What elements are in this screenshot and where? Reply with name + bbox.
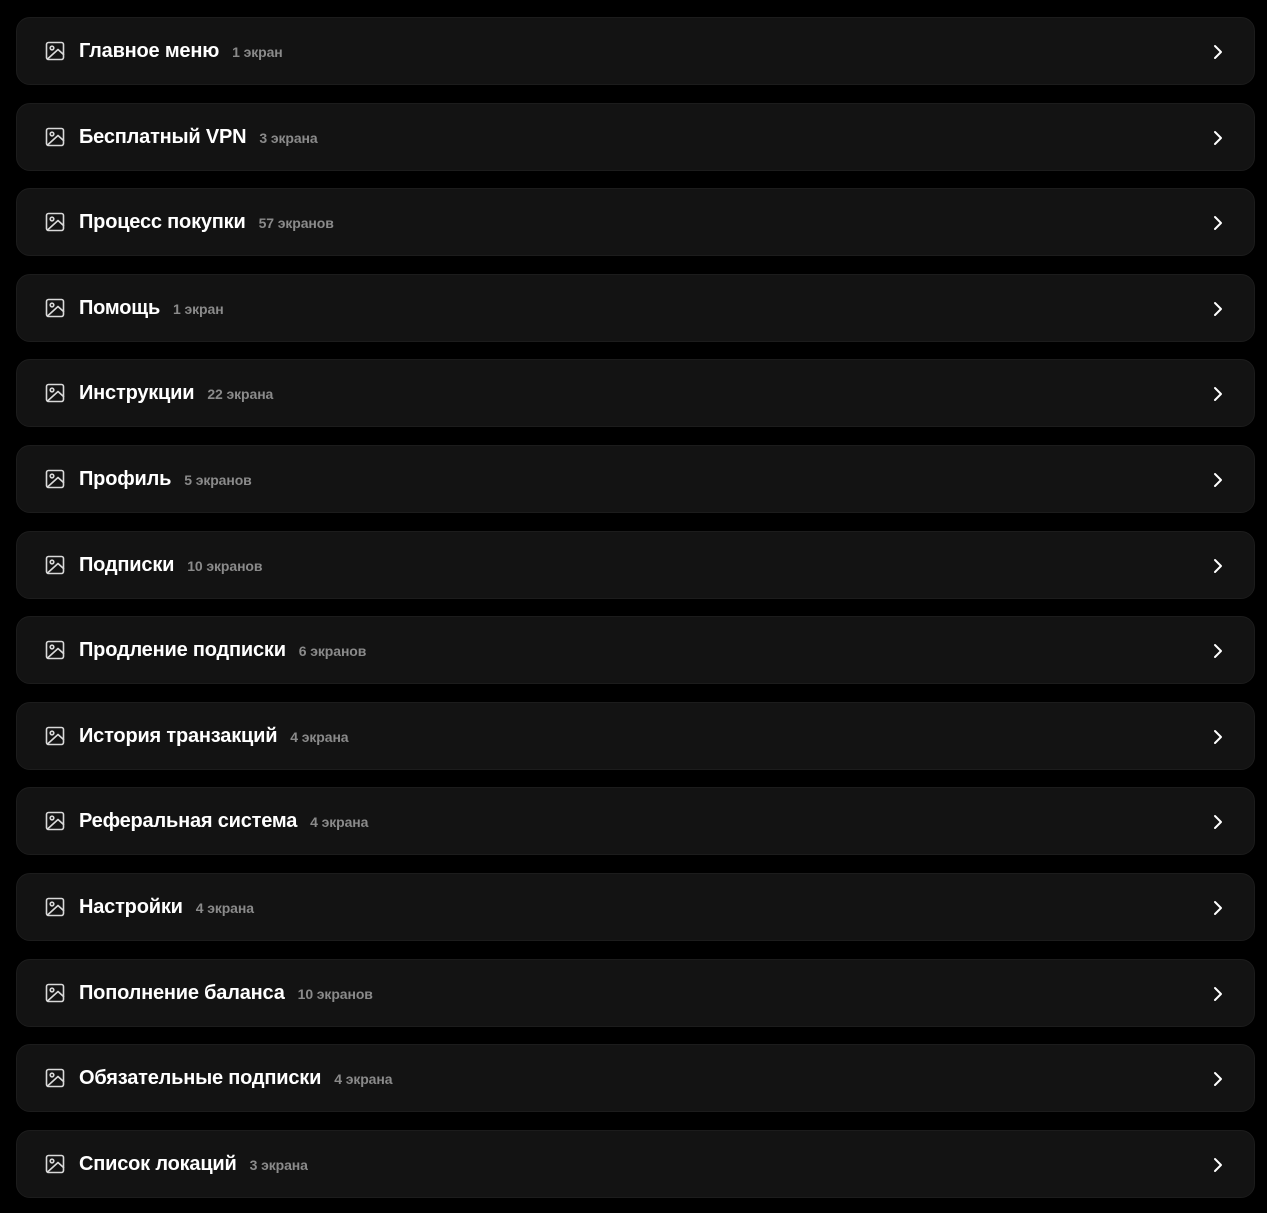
screen-count: 4 экрана: [334, 1071, 393, 1088]
flow-item[interactable]: Пополнение баланса 10 экранов: [16, 958, 1255, 1027]
flow-title: История транзакций 4 экрана: [79, 724, 349, 747]
image-icon: [45, 469, 65, 489]
screen-count: 1 экран: [173, 300, 224, 317]
image-icon: [45, 298, 65, 318]
flow-item[interactable]: Подписки 10 экранов: [16, 530, 1255, 599]
screen-count: 10 экранов: [187, 557, 263, 574]
flow-title: Подписки 10 экранов: [79, 553, 263, 576]
screen-count: 4 экрана: [290, 728, 349, 745]
flow-item[interactable]: Главное меню 1 экран: [16, 17, 1255, 85]
image-icon: [45, 127, 65, 147]
flow-title: Настройки 4 экрана: [79, 896, 254, 918]
image-icon: [45, 897, 65, 917]
image-icon: [45, 811, 65, 831]
image-icon: [45, 555, 65, 575]
image-icon: [45, 640, 65, 660]
flow-title: Помощь 1 экран: [79, 296, 224, 319]
screen-count: 57 экранов: [258, 215, 334, 232]
chevron-right-icon: [1210, 1070, 1226, 1088]
image-icon: [45, 983, 65, 1003]
chevron-right-icon: [1210, 214, 1226, 232]
flow-item[interactable]: Процесс покупки 57 экранов: [16, 188, 1255, 257]
flow-item[interactable]: Инструкции 22 экрана: [16, 359, 1255, 428]
flow-item[interactable]: Список локаций 3 экрана: [16, 1129, 1255, 1198]
screen-count: 3 экрана: [259, 129, 318, 146]
image-icon: [45, 383, 65, 403]
chevron-right-icon: [1210, 557, 1226, 575]
image-icon: [45, 1068, 65, 1088]
flow-item[interactable]: Обязательные подписки 4 экрана: [16, 1044, 1255, 1113]
screen-count: 1 экран: [232, 44, 283, 60]
chevron-right-icon: [1210, 43, 1226, 61]
flow-item[interactable]: Настройки 4 экрана: [16, 873, 1255, 941]
flow-title: Профиль 5 экранов: [79, 468, 252, 490]
screen-count: 4 экрана: [195, 900, 254, 916]
chevron-right-icon: [1210, 985, 1226, 1003]
image-icon: [45, 41, 65, 61]
flow-item[interactable]: Бесплатный VPN 3 экрана: [16, 102, 1255, 171]
flow-item[interactable]: Реферальная система 4 экрана: [16, 787, 1255, 856]
chevron-right-icon: [1210, 642, 1226, 660]
chevron-right-icon: [1210, 728, 1226, 746]
flow-title: Список локаций 3 экрана: [79, 1152, 308, 1175]
flow-item[interactable]: История транзакций 4 экрана: [16, 701, 1255, 770]
flow-title: Обязательные подписки 4 экрана: [79, 1067, 393, 1090]
chevron-right-icon: [1210, 385, 1226, 403]
screen-count: 3 экрана: [249, 1156, 308, 1173]
screen-count: 5 экранов: [184, 472, 252, 488]
flow-title: Бесплатный VPN 3 экрана: [79, 125, 318, 148]
flow-title: Инструкции 22 экрана: [79, 382, 274, 405]
flow-item[interactable]: Профиль 5 экранов: [16, 445, 1255, 513]
screen-count: 4 экрана: [310, 814, 369, 831]
screen-count: 10 экранов: [297, 985, 373, 1002]
image-icon: [45, 212, 65, 232]
chevron-right-icon: [1210, 129, 1226, 147]
chevron-right-icon: [1210, 1156, 1226, 1174]
screen-count: 6 экранов: [298, 643, 367, 660]
flow-title: Продление подписки 6 экранов: [79, 639, 367, 662]
flow-item[interactable]: Помощь 1 экран: [16, 273, 1255, 342]
chevron-right-icon: [1210, 899, 1226, 917]
flow-title: Пополнение баланса 10 экранов: [79, 981, 373, 1004]
flow-item[interactable]: Продление подписки 6 экранов: [16, 616, 1255, 685]
flow-title: Реферальная система 4 экрана: [79, 810, 369, 833]
image-icon: [45, 1154, 65, 1174]
chevron-right-icon: [1210, 471, 1226, 489]
image-icon: [45, 726, 65, 746]
chevron-right-icon: [1210, 300, 1226, 318]
flow-title: Процесс покупки 57 экранов: [79, 211, 334, 234]
screen-count: 22 экрана: [207, 386, 274, 403]
flow-title: Главное меню 1 экран: [79, 40, 283, 62]
chevron-right-icon: [1210, 813, 1226, 831]
